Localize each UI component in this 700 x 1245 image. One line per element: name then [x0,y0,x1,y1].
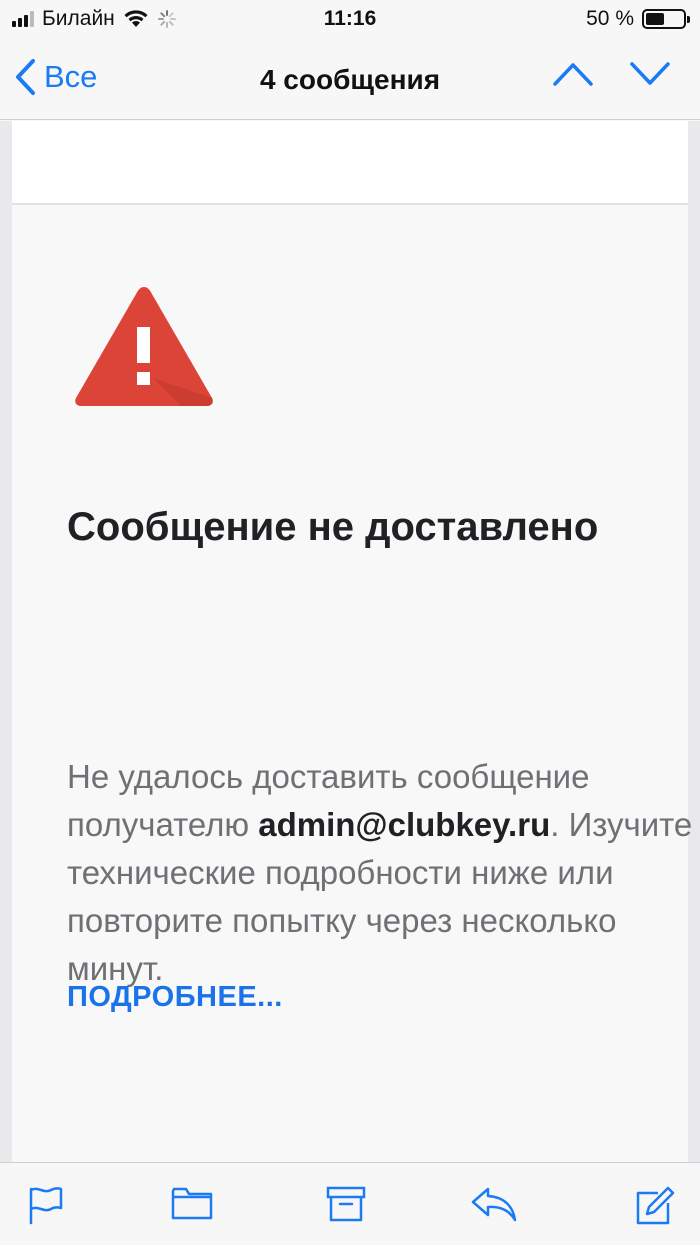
delivery-failure-card: Сообщение не доставлено Не удалось доста… [12,203,692,1216]
reply-button[interactable] [470,1185,518,1228]
compose-button[interactable] [634,1185,676,1232]
navigation-bar: Все 4 сообщения [0,40,700,120]
battery-fill [646,13,664,25]
status-right: 50 % [586,7,690,31]
archive-button[interactable] [326,1185,366,1228]
archive-icon [326,1186,366,1222]
flag-icon [29,1187,63,1225]
page-title: 4 сообщения [259,64,441,95]
message-title: Сообщение не доставлено [67,505,599,549]
warning-icon [75,287,213,406]
next-message-button[interactable] [629,60,671,93]
message-body: Не удалось доставить сообщение получател… [67,753,697,993]
chevron-up-icon [553,63,593,86]
move-to-folder-button[interactable] [170,1185,214,1226]
battery-percent: 50 % [586,7,634,30]
bottom-toolbar [0,1162,700,1245]
more-details-link[interactable]: ПОДРОБНЕЕ... [67,981,283,1014]
recipient-email: admin@clubkey.ru [258,806,551,843]
folder-icon [171,1187,213,1220]
reply-icon [471,1187,517,1222]
battery-icon [642,9,690,29]
message-content[interactable]: Сообщение не доставлено Не удалось доста… [0,121,700,1216]
previous-message-button[interactable] [552,60,594,93]
flag-button[interactable] [27,1185,65,1230]
status-bar: Билайн 11:16 50 % [0,0,700,40]
compose-icon [636,1186,675,1225]
chevron-down-icon [630,62,670,85]
